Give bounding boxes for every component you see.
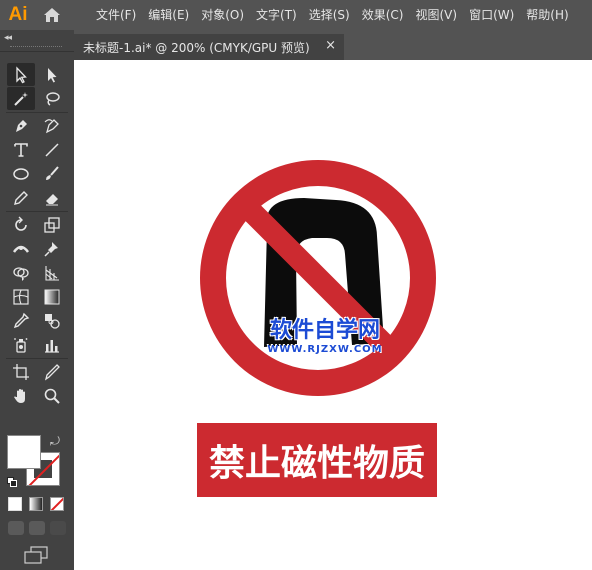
shape-builder-tool[interactable] xyxy=(7,261,35,284)
watermark-url: WWW.RJZXW.COM xyxy=(267,344,383,355)
symbol-sprayer-tool[interactable] xyxy=(7,333,35,356)
line-segment-icon xyxy=(45,142,59,157)
fill-color-swatch[interactable] xyxy=(7,435,41,469)
pushpin-icon xyxy=(44,241,58,257)
lasso-tool[interactable] xyxy=(38,87,66,110)
selection-tool[interactable] xyxy=(7,63,35,86)
sign-label-text: 禁止磁性物质 xyxy=(208,443,425,484)
pen-nib-icon xyxy=(16,119,27,132)
eyedropper-icon xyxy=(13,312,30,328)
illustrator-window: Ai 文件(F) 编辑(E) 对象(O) 文字(T) 选择(S) 效果(C) 视… xyxy=(0,0,592,570)
document-tab[interactable]: 未标题-1.ai* @ 200% (CMYK/GPU 预览) × xyxy=(74,34,344,60)
magic-wand-icon xyxy=(14,91,28,106)
column-graph-icon xyxy=(45,339,59,353)
eyedropper-tool[interactable] xyxy=(7,309,35,332)
magnifier-icon xyxy=(44,388,60,404)
document-tab-title: 未标题-1.ai* @ 200% (CMYK/GPU 预览) xyxy=(83,40,310,55)
direct-selection-arrow-icon xyxy=(48,67,57,82)
menu-window[interactable]: 窗口(W) xyxy=(463,0,520,30)
menu-bar: Ai 文件(F) 编辑(E) 对象(O) 文字(T) 选择(S) 效果(C) 视… xyxy=(0,0,592,30)
width-icon xyxy=(12,245,30,253)
artboard-tool[interactable] xyxy=(7,360,35,383)
selection-arrow-icon xyxy=(16,65,27,83)
swap-fill-stroke-icon[interactable]: ⤾ xyxy=(50,434,60,449)
document-tab-bar: 未标题-1.ai* @ 200% (CMYK/GPU 预览) × xyxy=(74,30,592,60)
scale-tool[interactable] xyxy=(38,213,66,236)
perspective-grid-icon xyxy=(45,265,59,281)
curvature-tool[interactable] xyxy=(38,114,66,137)
none-mode-button[interactable] xyxy=(50,497,64,511)
menu-view[interactable]: 视图(V) xyxy=(409,0,463,30)
mesh-icon xyxy=(13,288,29,305)
hand-icon xyxy=(14,388,25,403)
panel-grip[interactable] xyxy=(10,46,62,48)
gradient-tool[interactable] xyxy=(38,285,66,308)
pencil-icon xyxy=(14,190,28,205)
default-fill-stroke-icon[interactable] xyxy=(7,477,17,487)
direct-selection-tool[interactable] xyxy=(38,63,66,86)
artboard-icon xyxy=(13,363,29,380)
tool-separator xyxy=(6,358,68,359)
rotate-tool[interactable] xyxy=(7,213,35,236)
shape-builder-icon xyxy=(13,266,29,281)
pen-tool[interactable] xyxy=(7,114,35,137)
slice-tool[interactable] xyxy=(38,360,66,383)
watermark: 软件自学网 WWW.RJZXW.COM xyxy=(250,318,400,355)
zoom-tool[interactable] xyxy=(38,384,66,407)
watermark-title: 软件自学网 xyxy=(269,318,380,343)
puppet-warp-tool[interactable] xyxy=(38,237,66,260)
close-tab-icon[interactable]: × xyxy=(325,38,336,53)
menu-object[interactable]: 对象(O) xyxy=(195,0,250,30)
type-tool[interactable] xyxy=(7,138,35,161)
main-menu: 文件(F) 编辑(E) 对象(O) 文字(T) 选择(S) 效果(C) 视图(V… xyxy=(90,0,575,30)
menu-type[interactable]: 文字(T) xyxy=(250,0,303,30)
screen-mode-icon[interactable] xyxy=(23,546,49,564)
gradient-mode-button[interactable] xyxy=(29,497,43,511)
home-icon xyxy=(44,8,60,22)
paintbrush-icon xyxy=(46,165,59,180)
rotate-icon xyxy=(15,216,27,231)
line-tool[interactable] xyxy=(38,138,66,161)
ellipse-icon xyxy=(13,167,29,180)
slice-knife-icon xyxy=(44,363,60,380)
eraser-tool[interactable] xyxy=(38,186,66,209)
menu-help[interactable]: 帮助(H) xyxy=(520,0,574,30)
lasso-icon xyxy=(46,91,60,106)
tools-panel: ◂◂ ⤾ xyxy=(0,30,74,570)
draw-normal-icon[interactable] xyxy=(8,521,24,535)
magic-wand-tool[interactable] xyxy=(7,87,35,110)
paintbrush-tool[interactable] xyxy=(38,162,66,185)
home-button[interactable] xyxy=(36,0,68,30)
mesh-tool[interactable] xyxy=(7,285,35,308)
symbol-sprayer-icon xyxy=(14,337,28,353)
menu-select[interactable]: 选择(S) xyxy=(303,0,356,30)
blend-tool[interactable] xyxy=(38,309,66,332)
tool-separator xyxy=(6,112,68,113)
eraser-icon xyxy=(46,193,58,205)
draw-behind-icon[interactable] xyxy=(29,521,45,535)
column-graph-tool[interactable] xyxy=(38,333,66,356)
menu-file[interactable]: 文件(F) xyxy=(90,0,142,30)
type-t-icon xyxy=(14,142,28,157)
ellipse-tool[interactable] xyxy=(7,162,35,185)
hand-tool[interactable] xyxy=(7,384,35,407)
tool-separator xyxy=(6,211,68,212)
blend-icon xyxy=(45,313,60,329)
menu-edit[interactable]: 编辑(E) xyxy=(142,0,195,30)
artboard-canvas[interactable]: 软件自学网 WWW.RJZXW.COM 禁止磁性物质 xyxy=(74,60,592,570)
menu-effect[interactable]: 效果(C) xyxy=(356,0,410,30)
width-tool[interactable] xyxy=(7,237,35,260)
gradient-icon xyxy=(44,289,60,304)
app-logo: Ai xyxy=(8,4,28,25)
perspective-grid-tool[interactable] xyxy=(38,261,66,284)
curvature-pen-icon xyxy=(44,118,59,133)
shaper-tool[interactable] xyxy=(7,186,35,209)
draw-inside-icon[interactable] xyxy=(50,521,66,535)
color-mode-button[interactable] xyxy=(8,497,22,511)
scale-icon xyxy=(44,216,60,233)
sign-label-box[interactable]: 禁止磁性物质 xyxy=(197,423,437,497)
